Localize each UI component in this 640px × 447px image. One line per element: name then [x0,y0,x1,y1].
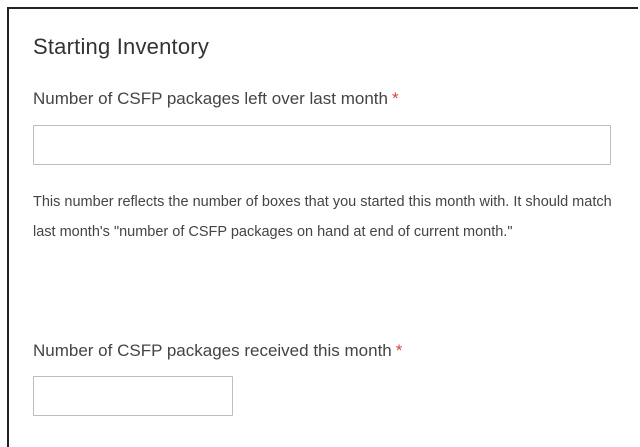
section-title: Starting Inventory [33,34,210,59]
leftover-packages-help-text: This number reflects the number of boxes… [33,194,612,240]
required-marker: * [395,341,403,360]
leftover-packages-label: Number of CSFP packages left over last m… [33,89,399,109]
leftover-packages-label-text: Number of CSFP packages left over last m… [33,89,388,108]
received-packages-label-text: Number of CSFP packages received this mo… [33,341,392,360]
leftover-packages-input[interactable] [33,125,611,165]
required-marker: * [391,89,399,108]
form-panel: Starting Inventory Number of CSFP packag… [7,7,638,447]
received-packages-label: Number of CSFP packages received this mo… [33,341,402,361]
received-packages-input[interactable] [33,376,233,416]
